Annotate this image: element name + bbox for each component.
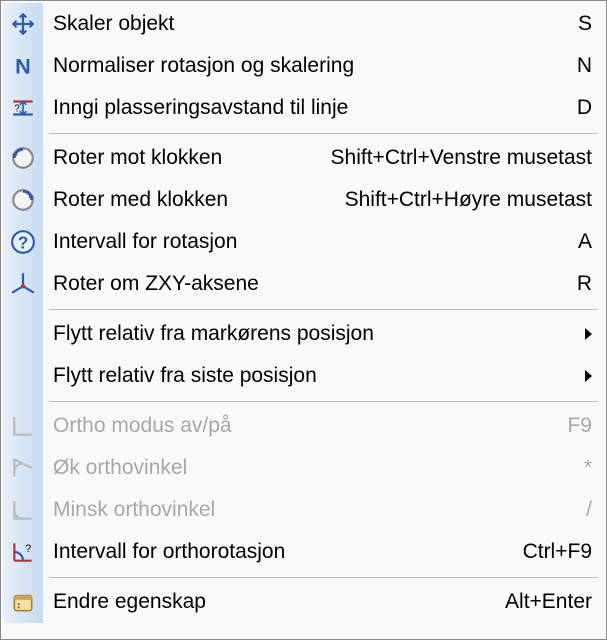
menu-item-label: Flytt relativ fra markørens posisjon [53, 322, 374, 346]
cw-icon [3, 179, 43, 221]
menu-item-shortcut: Alt+Enter [505, 590, 592, 614]
menu-item-label: Minsk orthovinkel [53, 498, 215, 522]
menu-separator [3, 129, 604, 137]
menu-item-label: Ortho modus av/på [53, 414, 232, 438]
menu-item-move-relative-cursor[interactable]: Flytt relativ fra markørens posisjon [3, 313, 604, 355]
ortho-icon [3, 405, 43, 447]
ccw-icon [3, 137, 43, 179]
menu-item-shortcut: * [584, 456, 592, 480]
menu-item-rotate-zxy[interactable]: Roter om ZXY-aksene R [3, 263, 604, 305]
svg-text:?: ? [14, 103, 20, 114]
menu-item-shortcut: Shift+Ctrl+Høyre musetast [345, 188, 592, 212]
menu-item-shortcut: A [578, 230, 592, 254]
ortho-interval-icon: ? [3, 531, 43, 573]
menu-item-normalize[interactable]: N Normaliser rotasjon og skalering N [3, 45, 604, 87]
menu-item-increase-ortho-angle: Øk orthovinkel * [3, 447, 604, 489]
context-menu: Skaler objekt S N Normaliser rotasjon og… [0, 0, 607, 640]
menu-item-label: Skaler objekt [53, 12, 174, 36]
menu-item-label: Normaliser rotasjon og skalering [53, 54, 354, 78]
menu-item-move-relative-last[interactable]: Flytt relativ fra siste posisjon [3, 355, 604, 397]
blank-icon [3, 313, 43, 355]
svg-text:N: N [15, 54, 31, 79]
menu-item-shortcut: S [578, 12, 592, 36]
blank-icon [3, 355, 43, 397]
menu-item-scale-object[interactable]: Skaler objekt S [3, 3, 604, 45]
menu-separator [3, 305, 604, 313]
svg-text:?: ? [18, 233, 29, 253]
properties-icon [3, 581, 43, 623]
menu-separator [3, 573, 604, 581]
menu-item-label: Roter med klokken [53, 188, 228, 212]
menu-item-shortcut: D [577, 96, 592, 120]
menu-item-shortcut: Ctrl+F9 [523, 540, 592, 564]
menu-item-shortcut: Shift+Ctrl+Venstre musetast [331, 146, 592, 170]
menu-item-shortcut: F9 [567, 414, 592, 438]
menu-item-label: Roter mot klokken [53, 146, 222, 170]
menu-item-distance-to-line[interactable]: ? Inngi plasseringsavstand til linje D [3, 87, 604, 129]
menu-item-label: Intervall for rotasjon [53, 230, 237, 254]
menu-item-ortho-toggle: Ortho modus av/på F9 [3, 405, 604, 447]
distance-icon: ? [3, 87, 43, 129]
axes-icon [3, 263, 43, 305]
n-icon: N [3, 45, 43, 87]
angle-down-icon [3, 489, 43, 531]
menu-item-label: Intervall for orthorotasjon [53, 540, 285, 564]
menu-item-shortcut: / [586, 498, 592, 522]
menu-item-label: Øk orthovinkel [53, 456, 187, 480]
menu-item-rotation-interval[interactable]: ? Intervall for rotasjon A [3, 221, 604, 263]
question-icon: ? [3, 221, 43, 263]
menu-item-label: Inngi plasseringsavstand til linje [53, 96, 348, 120]
menu-separator [3, 397, 604, 405]
menu-item-label: Flytt relativ fra siste posisjon [53, 364, 317, 388]
menu-item-rotate-cw[interactable]: Roter med klokken Shift+Ctrl+Høyre muset… [3, 179, 604, 221]
submenu-arrow-icon [585, 370, 592, 382]
menu-item-properties[interactable]: Endre egenskap Alt+Enter [3, 581, 604, 623]
menu-item-label: Endre egenskap [53, 590, 206, 614]
submenu-arrow-icon [585, 328, 592, 340]
menu-item-ortho-rotation-interval[interactable]: ? Intervall for orthorotasjon Ctrl+F9 [3, 531, 604, 573]
svg-text:?: ? [25, 543, 31, 555]
menu-item-decrease-ortho-angle: Minsk orthovinkel / [3, 489, 604, 531]
angle-up-icon [3, 447, 43, 489]
move-icon [3, 3, 43, 45]
menu-item-shortcut: R [577, 272, 592, 296]
menu-item-label: Roter om ZXY-aksene [53, 272, 259, 296]
menu-item-shortcut: N [577, 54, 592, 78]
menu-item-rotate-ccw[interactable]: Roter mot klokken Shift+Ctrl+Venstre mus… [3, 137, 604, 179]
